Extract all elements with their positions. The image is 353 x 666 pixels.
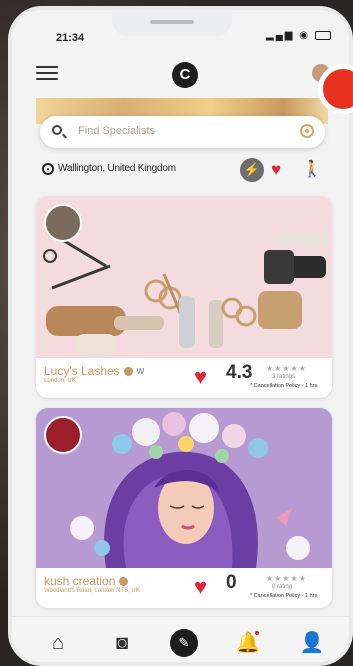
card-tag: W [136,367,145,377]
card-info: Lucy's Lashes W London, UK ♥ 4.3 ★★★★★ 3 … [36,358,332,398]
location-pin-icon [42,163,54,175]
bottom-nav: ⌂ ◙ ✎ 🔔 👤 [12,616,349,662]
battery-icon [314,30,331,40]
bolt-icon[interactable]: ⚡ [240,158,264,182]
card-image [36,408,332,568]
brush-icon[interactable]: ✎ [170,629,198,657]
favorite-heart-icon[interactable]: ♥ [194,366,207,388]
location-text[interactable]: Wallington, United Kingdom [58,163,176,174]
heart-icon[interactable]: ♥ [271,161,281,178]
specialist-card[interactable]: kush creation Woodland's Road, London NT… [36,408,332,608]
app-logo: C [172,62,198,88]
cancellation-policy: * Cancellation Policy - 1 hrs [250,593,318,599]
card-info: kush creation Woodland's Road, London NT… [36,568,332,608]
cancellation-policy: * Cancellation Policy - 1 hrs [250,383,318,389]
card-subtitle: Woodland's Road, London NTS, UK [44,588,140,594]
user-icon[interactable]: 👤 [298,629,326,657]
card-avatar [44,416,82,454]
verified-icon [119,577,129,587]
search-input[interactable]: Find Specialists [40,116,325,148]
star-rating-icon: ★★★★★ [266,574,307,583]
card-title[interactable]: kush creation [44,574,129,588]
search-icon [52,125,62,135]
walk-icon[interactable]: 🚶 [302,159,322,179]
card-title-text: kush creation [44,574,116,588]
verified-icon [123,367,133,377]
camera-icon[interactable]: ◙ [108,629,136,657]
card-title-text: Lucy's Lashes [44,364,120,378]
favorite-heart-icon[interactable]: ♥ [194,576,207,598]
wifi-icon: ◉ [299,30,310,41]
card-rating: 4.3 [226,362,253,383]
ratings-count: 3 ratings [272,374,296,380]
notch [112,10,232,36]
menu-icon[interactable] [36,66,58,82]
locate-icon[interactable] [300,124,314,138]
specialist-card[interactable]: Lucy's Lashes W London, UK ♥ 4.3 ★★★★★ 3 … [36,196,332,398]
card-avatar [44,204,82,242]
card-subtitle: London, UK [44,378,76,384]
phone-frame: 21:34 ▂▄▆ ◉ C Find Specialists Wallingto… [8,6,353,666]
signal-icon: ▂▄▆ [266,30,295,41]
card-image [36,196,332,358]
status-icons: ▂▄▆ ◉ [266,30,331,41]
bell-icon[interactable]: 🔔 [234,629,262,657]
status-time: 21:34 [56,32,85,44]
card-title[interactable]: Lucy's Lashes W [44,364,144,378]
star-rating-icon: ★★★★★ [266,364,307,373]
home-icon[interactable]: ⌂ [44,629,72,657]
ratings-count: 0 rating [272,584,293,590]
card-rating: 0 [226,572,237,593]
search-placeholder: Find Specialists [78,125,156,137]
